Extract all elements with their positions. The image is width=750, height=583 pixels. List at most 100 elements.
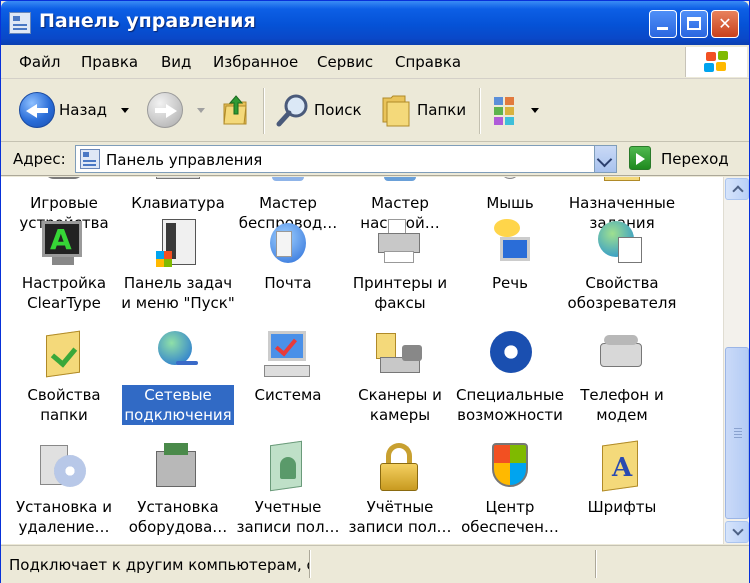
- control-panel-item[interactable]: Принтеры и факсы: [341, 217, 459, 313]
- control-panel-item-label: Свойства папки: [27, 386, 101, 424]
- cleartype-icon: A: [38, 217, 90, 269]
- control-panel-item[interactable]: Сканеры и камеры: [341, 329, 459, 425]
- control-panel-item[interactable]: Речь: [451, 217, 569, 293]
- control-panel-item-label: Шрифты: [587, 498, 657, 516]
- address-label: Адрес:: [13, 150, 66, 168]
- printers-icon: [374, 217, 426, 269]
- back-button[interactable]: [19, 92, 55, 128]
- system-icon: [262, 329, 314, 381]
- control-panel-item[interactable]: Сетевые подключения: [119, 329, 237, 425]
- game-controllers-icon: [38, 177, 90, 189]
- go-button[interactable]: Переход: [661, 150, 729, 168]
- menu-bar: Файл Правка Вид Избранное Сервис Справка: [1, 45, 749, 79]
- control-panel-item-label: Учётные записи пол…: [348, 498, 452, 536]
- add-remove-programs-icon: [38, 441, 90, 493]
- control-panel-item-label: Сетевые подключения: [122, 385, 234, 425]
- phone-modem-icon: [596, 329, 648, 381]
- status-bar: Подключает к другим компьютерам, се: [1, 545, 749, 583]
- menu-edit[interactable]: Правка: [81, 53, 138, 71]
- back-dropdown-icon[interactable]: [121, 108, 129, 113]
- add-hardware-icon: [152, 441, 204, 493]
- control-panel-item[interactable]: Установка оборудова…: [119, 441, 237, 537]
- folder-options-icon: [38, 329, 90, 381]
- scroll-up-button[interactable]: [725, 178, 749, 200]
- windows-logo-icon: [685, 47, 747, 77]
- window-title: Панель управления: [39, 10, 256, 32]
- minimize-icon: [657, 27, 668, 30]
- control-panel-item[interactable]: Телефон и модем: [563, 329, 681, 425]
- content-area: ИгровыеустройстваКлавиатураМастербеспров…: [1, 177, 723, 544]
- control-panel-item-label: Панель задач и меню "Пуск": [121, 274, 235, 312]
- address-value[interactable]: Панель управления: [106, 151, 262, 169]
- taskbar-icon: [152, 217, 204, 269]
- control-panel-item[interactable]: Панель задач и меню "Пуск": [119, 217, 237, 313]
- control-panel-item[interactable]: Клавиатура: [119, 177, 237, 213]
- minimize-button[interactable]: [649, 10, 677, 38]
- maximize-button[interactable]: [680, 10, 708, 38]
- control-panel-item[interactable]: Центр обеспечен…: [451, 441, 569, 537]
- control-panel-item[interactable]: Почта: [229, 217, 347, 293]
- control-panel-item[interactable]: A Шрифты: [563, 440, 681, 517]
- control-panel-item[interactable]: A Настройка ClearType: [5, 217, 123, 313]
- security-center-icon: [484, 441, 536, 493]
- scroll-down-button[interactable]: [725, 521, 749, 543]
- views-icon[interactable]: [493, 96, 527, 126]
- control-panel-item[interactable]: Специальные возможности: [451, 329, 569, 425]
- control-panel-item[interactable]: Учетные записи пол…: [229, 440, 347, 537]
- mouse-icon: [484, 177, 536, 189]
- menu-favorites[interactable]: Избранное: [213, 53, 298, 71]
- control-panel-item-label: Сканеры и камеры: [358, 386, 442, 424]
- control-panel-item-label: Учетные записи пол…: [236, 498, 340, 536]
- menu-tools[interactable]: Сервис: [317, 53, 373, 71]
- address-dropdown-button[interactable]: [594, 146, 616, 172]
- scanners-cameras-icon: [374, 329, 426, 381]
- control-panel-item[interactable]: Установка и удаление…: [5, 441, 123, 537]
- scroll-thumb[interactable]: [725, 347, 749, 519]
- control-panel-item-label: Мышь: [486, 194, 534, 212]
- control-panel-item-label: Речь: [492, 274, 528, 292]
- control-panel-item[interactable]: Учётные записи пол…: [341, 441, 459, 537]
- control-panel-item-label: Свойства обозревателя: [567, 274, 677, 312]
- control-panel-item-label: Настройка ClearType: [21, 274, 107, 312]
- control-panel-item-label: Центр обеспечен…: [461, 498, 559, 536]
- network-setup-wizard-icon: [374, 177, 426, 189]
- go-arrow-icon[interactable]: [629, 146, 651, 170]
- close-button[interactable]: ✕: [711, 10, 739, 38]
- forward-dropdown-icon[interactable]: [197, 108, 205, 113]
- address-field[interactable]: Панель управления: [75, 145, 617, 173]
- menu-view[interactable]: Вид: [161, 53, 191, 71]
- user-accounts-lock-icon: [374, 441, 426, 493]
- internet-options-icon: [596, 217, 648, 269]
- views-dropdown-icon[interactable]: [531, 108, 539, 113]
- folders-icon[interactable]: [379, 92, 413, 128]
- keyboard-icon: [152, 177, 204, 189]
- forward-button[interactable]: [147, 92, 183, 128]
- control-panel-item[interactable]: Свойства папки: [5, 329, 123, 425]
- control-panel-item[interactable]: Мышь: [451, 177, 569, 213]
- title-bar[interactable]: Панель управления ✕: [1, 1, 749, 45]
- control-panel-item-label: Клавиатура: [131, 194, 225, 212]
- fonts-icon: A: [596, 440, 648, 493]
- control-panel-icon: [9, 12, 31, 34]
- control-panel-item[interactable]: Свойства обозревателя: [563, 217, 681, 313]
- status-text: Подключает к другим компьютерам, се: [9, 556, 309, 574]
- control-panel-item-label: Специальные возможности: [456, 386, 564, 424]
- control-panel-item-label: Телефон и модем: [580, 386, 664, 424]
- scheduled-tasks-icon: [596, 177, 648, 189]
- network-connections-icon: [152, 329, 204, 381]
- control-panel-item-label: Система: [254, 386, 322, 404]
- search-label[interactable]: Поиск: [314, 101, 362, 119]
- folders-label[interactable]: Папки: [417, 101, 466, 119]
- control-panel-item[interactable]: Система: [229, 329, 347, 405]
- control-panel-item-label: Установка оборудова…: [128, 498, 228, 536]
- window: Панель управления ✕ Файл Правка Вид Избр…: [0, 0, 750, 583]
- back-label[interactable]: Назад: [59, 101, 107, 119]
- toolbar: Назад Поиск Папки: [1, 80, 749, 142]
- menu-file[interactable]: Файл: [19, 53, 60, 71]
- menu-help[interactable]: Справка: [395, 53, 461, 71]
- search-icon[interactable]: [275, 92, 311, 128]
- up-folder-icon[interactable]: [222, 94, 248, 126]
- close-icon: ✕: [718, 14, 732, 33]
- vertical-scrollbar[interactable]: [723, 177, 749, 544]
- wireless-wizard-icon: [262, 177, 314, 189]
